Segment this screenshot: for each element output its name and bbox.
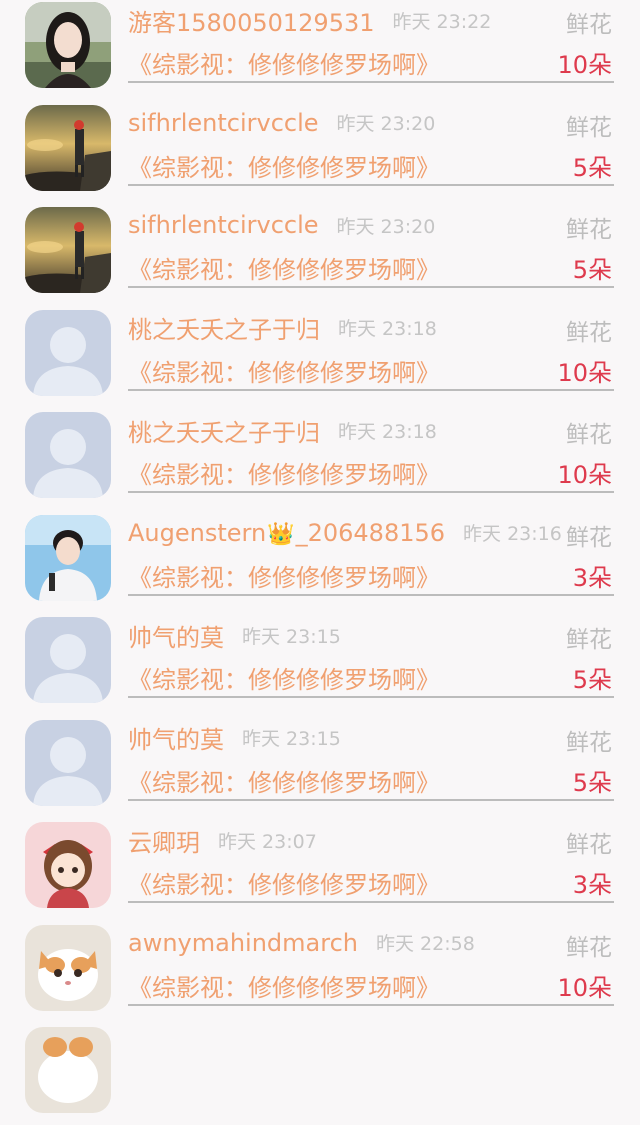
divider (128, 1003, 614, 1006)
user-name[interactable]: 桃之夭夭之子于归 (128, 413, 320, 448)
divider (128, 696, 614, 698)
name-line: awnymahindmarch 昨天 22:58 (128, 926, 475, 960)
name-line: 桃之夭夭之子于归 昨天 23:18 (128, 413, 437, 447)
gift-type: 鲜花 (566, 422, 612, 448)
gift-type: 鲜花 (566, 114, 612, 141)
divider (128, 81, 614, 83)
gift-type: 鲜花 (566, 729, 612, 756)
list-item[interactable]: 帅气的莫 昨天 23:15 鲜花 《综影视：修修修修罗场啊》 5朵 (0, 612, 640, 715)
timestamp: 昨天 23:16 (463, 523, 562, 545)
user-name[interactable]: 帅气的莫 (128, 618, 224, 653)
name-line: 帅气的莫 昨天 23:15 (128, 721, 341, 755)
user-name[interactable]: 桃之夭夭之子于归 (128, 310, 320, 345)
gift-count: 10朵 (557, 973, 612, 1002)
list-item[interactable]: 桃之夭夭之子于归 昨天 23:18 鲜花 《综影视：修修修修罗场啊》 10朵 (0, 305, 640, 408)
list-item[interactable]: sifhrlentcirvccle 昨天 23:20 鲜花 《综影视：修修修修罗… (0, 100, 640, 203)
avatar[interactable] (25, 309, 111, 396)
book-title[interactable]: 《综影视：修修修修罗场啊》 (128, 763, 440, 798)
book-title[interactable]: 《综影视：修修修修罗场啊》 (128, 865, 440, 900)
name-line: Augenstern👑_206488156 昨天 23:16 (128, 516, 562, 550)
avatar[interactable] (25, 412, 111, 498)
list-item[interactable]: 桃之夭夭之子于归 昨天 23:18 鲜花 《综影视：修修修修罗场啊》 10朵 (0, 407, 640, 510)
timestamp: 昨天 23:22 (392, 10, 492, 33)
gift-type: 鲜花 (566, 319, 612, 346)
gift-type: 鲜花 (566, 934, 612, 961)
name-line: sifhrlentcirvccle 昨天 23:20 (128, 106, 435, 140)
list-item[interactable]: 游客1580050129531 昨天 23:22 鲜花 《综影视：修修修修罗场啊… (0, 0, 640, 100)
gift-type: 鲜花 (566, 524, 612, 551)
book-title[interactable]: 《综影视：修修修修罗场啊》 (128, 148, 440, 183)
crown-icon: 👑 (267, 521, 295, 547)
list-item[interactable]: awnymahindmarch 昨天 22:58 鲜花 《综影视：修修修修罗场啊… (0, 920, 640, 1023)
user-name[interactable]: sifhrlentcirvccle (128, 109, 319, 137)
user-name[interactable]: 云卿玥 (128, 823, 200, 858)
list-item[interactable]: 帅气的莫 昨天 23:15 鲜花 《综影视：修修修修罗场啊》 5朵 (0, 715, 640, 818)
gift-record-list: 游客1580050129531 昨天 23:22 鲜花 《综影视：修修修修罗场啊… (0, 0, 640, 1125)
timestamp: 昨天 22:58 (376, 933, 475, 955)
gift-count: 5朵 (572, 153, 612, 182)
avatar[interactable] (25, 104, 111, 191)
gift-count: 3朵 (572, 563, 612, 592)
book-title[interactable]: 《综影视：修修修修罗场啊》 (128, 455, 440, 490)
divider (128, 286, 614, 288)
name-line: sifhrlentcirvccle 昨天 23:20 (128, 208, 435, 242)
avatar[interactable] (25, 617, 111, 703)
name-line: 帅气的莫 昨天 23:15 (128, 618, 341, 652)
timestamp: 昨天 23:15 (242, 625, 341, 648)
user-name[interactable]: awnymahindmarch (128, 929, 358, 957)
user-name[interactable]: 帅气的莫 (128, 720, 224, 755)
gift-count: 5朵 (572, 768, 612, 797)
list-item[interactable]: sifhrlentcirvccle 昨天 23:20 鲜花 《综影视：修修修修罗… (0, 202, 640, 305)
avatar[interactable] (25, 822, 111, 908)
avatar[interactable] (25, 719, 111, 806)
timestamp: 昨天 23:07 (218, 830, 317, 853)
avatar[interactable] (25, 2, 111, 88)
user-name[interactable]: Augenstern👑_206488156 (128, 519, 445, 547)
gift-count: 5朵 (572, 666, 612, 694)
divider (128, 798, 614, 801)
book-title[interactable]: 《综影视：修修修修罗场啊》 (128, 353, 440, 388)
gift-count: 10朵 (557, 51, 612, 79)
timestamp: 昨天 23:18 (338, 318, 437, 340)
book-title[interactable]: 《综影视：修修修修罗场啊》 (128, 250, 440, 285)
gift-count: 5朵 (572, 256, 612, 284)
name-line: 桃之夭夭之子于归 昨天 23:18 (128, 311, 437, 345)
timestamp: 昨天 23:20 (336, 113, 436, 135)
list-item[interactable]: 云卿玥 昨天 23:07 鲜花 《综影视：修修修修罗场啊》 3朵 (0, 817, 640, 920)
name-line: 游客1580050129531 昨天 23:22 (128, 3, 491, 37)
divider (128, 593, 614, 596)
gift-type: 鲜花 (566, 627, 612, 653)
timestamp: 昨天 23:20 (336, 215, 436, 238)
book-title[interactable]: 《综影视：修修修修罗场啊》 (128, 558, 440, 593)
user-name[interactable]: 游客1580050129531 (128, 3, 375, 38)
gift-type: 鲜花 (566, 217, 612, 243)
avatar[interactable] (25, 207, 111, 293)
divider (128, 183, 614, 186)
book-title[interactable]: 《综影视：修修修修罗场啊》 (128, 968, 440, 1003)
user-name[interactable]: sifhrlentcirvccle (128, 211, 319, 239)
divider (128, 491, 614, 493)
name-line: 云卿玥 昨天 23:07 (128, 823, 317, 857)
divider (128, 901, 614, 903)
book-title[interactable]: 《综影视：修修修修罗场啊》 (128, 660, 440, 695)
book-title[interactable]: 《综影视：修修修修罗场啊》 (128, 45, 440, 80)
gift-count: 10朵 (557, 461, 612, 489)
avatar[interactable] (25, 1027, 111, 1113)
avatar[interactable] (25, 924, 111, 1011)
timestamp: 昨天 23:15 (242, 728, 341, 750)
divider (128, 388, 614, 391)
gift-count: 10朵 (557, 358, 612, 387)
timestamp: 昨天 23:18 (338, 420, 437, 443)
list-item[interactable]: Augenstern👑_206488156 昨天 23:16 鲜花 《综影视：修… (0, 510, 640, 613)
gift-type: 鲜花 (566, 12, 612, 38)
avatar[interactable] (25, 514, 111, 601)
gift-count: 3朵 (572, 871, 612, 899)
list-item[interactable] (0, 1022, 640, 1125)
gift-type: 鲜花 (566, 832, 612, 858)
